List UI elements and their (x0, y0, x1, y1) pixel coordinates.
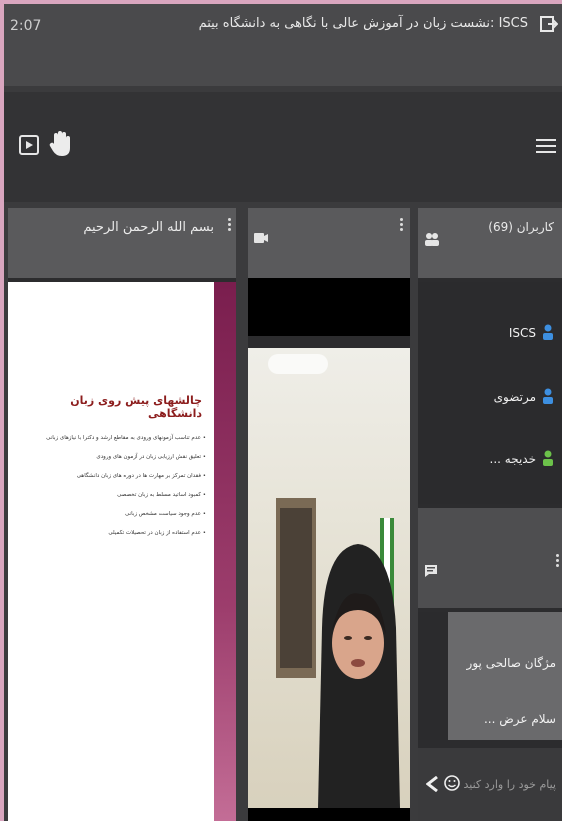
video-header (248, 208, 410, 278)
chat-message: مژگان صالحی پور سلام عرض ... (448, 612, 562, 740)
presentation-more-icon[interactable] (228, 216, 232, 233)
participant-name: ISCS (508, 326, 536, 340)
person-icon (543, 324, 553, 340)
slide-bullet: • عدم تناسب آزمونهای ورودی به مقاطع ارشد… (46, 435, 206, 441)
chat-header (418, 508, 562, 608)
chat-input-field[interactable]: پیام خود را وارد کنید (463, 778, 556, 791)
participant-name: مرتضوی (493, 390, 536, 404)
participant-item[interactable]: خدیجه ... (434, 448, 554, 468)
status-time: 2:07 (10, 18, 42, 34)
chat-sender: مژگان صالحی پور (466, 656, 556, 670)
speaker-image (268, 354, 400, 808)
emoji-icon[interactable] (444, 775, 460, 791)
app-window: 2:07 ISCS :نشست زبان در آموزش عالی با نگ… (4, 4, 562, 821)
video-more-icon[interactable] (400, 216, 404, 233)
person-icon (543, 450, 553, 466)
chat-icon[interactable] (424, 564, 438, 578)
person-icon (543, 388, 553, 404)
hand-icon[interactable] (48, 130, 72, 158)
title-bar: 2:07 ISCS :نشست زبان در آموزش عالی با نگ… (4, 4, 562, 86)
slide-bullet: • عدم استفاده از زبان در تحصیلات تکمیلی (108, 530, 206, 536)
slide-bullet: • تعلیق نقش ارزیابی زبان در آزمون های ور… (96, 454, 206, 460)
exit-icon[interactable] (538, 14, 558, 34)
slide-bullet: • فقدان تمرکز بر مهارت ها در دوره های زب… (76, 473, 206, 479)
side-panel: کاربران (69) ISCS مرتضوی خدیجه ... مژگان… (418, 208, 562, 821)
participant-name: خدیجه ... (489, 452, 537, 466)
slide: چالشهای پیش روی زبان دانشگاهی • عدم تناس… (8, 282, 236, 821)
chat-messages: مژگان صالحی پور سلام عرض ... (418, 612, 562, 740)
participants-count: کاربران (69) (488, 220, 554, 234)
participant-item[interactable]: مرتضوی (434, 386, 554, 406)
slide-bullets: • عدم تناسب آزمونهای ورودی به مقاطع ارشد… (24, 434, 206, 548)
session-title: ISCS :نشست زبان در آموزش عالی با نگاهی ب… (198, 16, 528, 31)
chat-text: سلام عرض ... (483, 712, 556, 726)
chat-input-bar: پیام خود را وارد کنید (418, 748, 562, 821)
screen-share-icon[interactable] (18, 134, 40, 156)
video-panel (248, 208, 410, 821)
presentation-title: بسم الله الرحمن الرحیم (83, 220, 214, 235)
webcam-video[interactable] (248, 348, 410, 808)
presentation-header: بسم الله الرحمن الرحیم (8, 208, 236, 278)
menu-icon[interactable] (536, 138, 556, 154)
participants-list: ISCS مرتضوی خدیجه ... (418, 282, 562, 504)
presentation-panel: بسم الله الرحمن الرحیم چالشهای پیش روی ز… (8, 208, 236, 821)
participants-header: کاربران (69) (418, 208, 562, 278)
slide-heading: چالشهای پیش روی زبان دانشگاهی (70, 394, 202, 420)
slide-decoration (214, 282, 236, 821)
camera-icon[interactable] (254, 232, 268, 244)
toolbar (4, 92, 562, 202)
video-letterbox-bottom (248, 808, 410, 821)
video-letterbox-top (248, 278, 410, 336)
send-icon[interactable] (426, 776, 438, 792)
chat-more-icon[interactable] (556, 552, 560, 569)
slide-bullet: • کمبود اساتید مسلط به زبان تخصصی (117, 492, 206, 498)
users-icon[interactable] (424, 232, 440, 246)
slide-bullet: • عدم وجود سیاست مشخص زبانی (125, 511, 206, 517)
participant-item[interactable]: ISCS (434, 322, 554, 342)
